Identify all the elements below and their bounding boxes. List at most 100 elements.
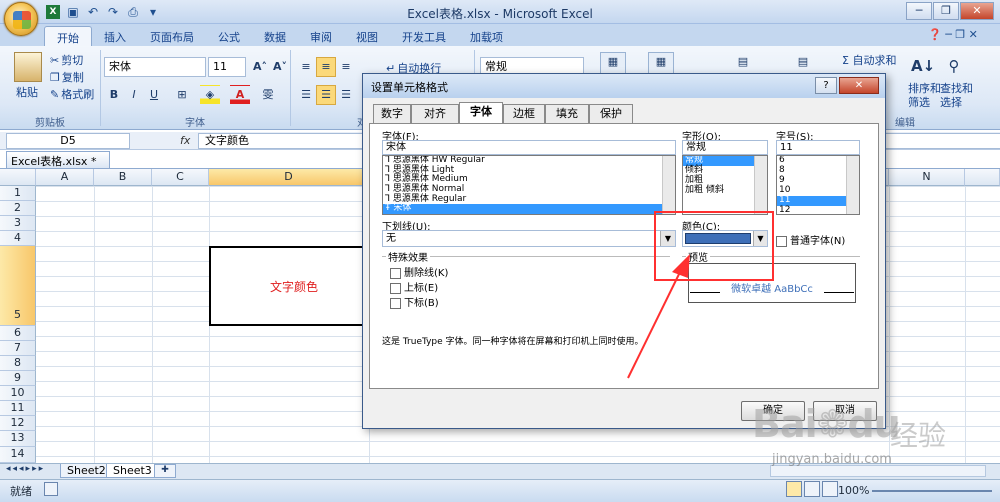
paste-icon[interactable] xyxy=(14,52,42,82)
fill-color-icon[interactable]: ◈ xyxy=(200,85,220,105)
font-list-item-selected[interactable]: Ŧ 宋体 xyxy=(383,204,675,214)
row-header[interactable]: 11 xyxy=(0,401,36,416)
border-icon[interactable]: ⊞ xyxy=(172,85,192,105)
dialog-tab-alignment[interactable]: 对齐 xyxy=(411,104,459,123)
shrink-font-icon[interactable]: A˅ xyxy=(270,57,290,77)
binoculars-icon[interactable]: ⚲ xyxy=(944,56,964,76)
grow-font-icon[interactable]: A˄ xyxy=(250,57,270,77)
row-header[interactable]: 9 xyxy=(0,371,36,386)
font-list-scrollbar[interactable] xyxy=(662,156,675,214)
column-header[interactable]: D xyxy=(209,169,369,186)
paste-button[interactable]: 粘贴 xyxy=(16,84,38,100)
row-header[interactable]: 7 xyxy=(0,341,36,356)
tab-data[interactable]: 数据 xyxy=(252,26,298,46)
cut-button[interactable]: ✂ 剪切 xyxy=(50,52,83,68)
dialog-tab-number[interactable]: 数字 xyxy=(373,104,411,123)
dialog-tab-border[interactable]: 边框 xyxy=(503,104,545,123)
autosum-button[interactable]: Σ 自动求和 xyxy=(842,52,896,68)
font-listbox[interactable]: Ꞁ 思源黑体 HW Regular Ꞁ 思源黑体 Light Ꞁ 思源黑体 Me… xyxy=(382,155,676,215)
size-list-scrollbar[interactable] xyxy=(846,156,859,214)
align-center-icon[interactable]: ☰ xyxy=(316,85,336,105)
close-button[interactable]: ✕ xyxy=(960,2,994,20)
phonetic-icon[interactable]: 雯 xyxy=(258,85,278,105)
row-header[interactable]: 6 xyxy=(0,326,36,341)
format-painter-button[interactable]: ✎ 格式刷 xyxy=(50,86,94,102)
sheet-tab-active[interactable]: Sheet3 xyxy=(106,464,159,478)
tab-addins[interactable]: 加载项 xyxy=(458,26,515,46)
insert-sheet-icon[interactable]: ✚ xyxy=(154,464,176,478)
row-header[interactable]: 14 xyxy=(0,447,36,463)
style-listbox[interactable]: 常规 倾斜 加粗 加粗 倾斜 xyxy=(682,155,768,215)
row-header[interactable]: 1 xyxy=(0,186,36,201)
row-header[interactable]: 10 xyxy=(0,386,36,401)
workbook-tab[interactable]: Excel表格.xlsx * xyxy=(6,151,110,168)
bold-button[interactable]: B xyxy=(104,85,124,105)
size-input[interactable]: 11 xyxy=(776,140,860,155)
dialog-tab-font[interactable]: 字体 xyxy=(459,102,503,124)
select-all[interactable] xyxy=(0,169,36,186)
row-header[interactable]: 12 xyxy=(0,416,36,431)
align-right-icon[interactable]: ☰ xyxy=(336,85,356,105)
align-bottom-icon[interactable]: ≡ xyxy=(336,57,356,77)
style-list-scrollbar[interactable] xyxy=(754,156,767,214)
dialog-tab-fill[interactable]: 填充 xyxy=(545,104,589,123)
row-header[interactable]: 4 xyxy=(0,231,36,246)
subscript-checkbox[interactable]: 下标(B) xyxy=(390,294,439,309)
minimize-button[interactable]: ─ xyxy=(906,2,932,20)
column-header[interactable]: N xyxy=(889,169,965,186)
column-header[interactable]: A xyxy=(36,169,94,186)
strikethrough-checkbox[interactable]: 删除线(K) xyxy=(390,264,448,279)
tab-insert[interactable]: 插入 xyxy=(92,26,138,46)
row-header[interactable]: 13 xyxy=(0,431,36,447)
zoom-slider[interactable] xyxy=(872,490,992,492)
dialog-close-button[interactable]: ✕ xyxy=(839,77,879,94)
font-input[interactable]: 宋体 xyxy=(382,140,676,155)
size-listbox[interactable]: 6 8 9 10 11 12 xyxy=(776,155,860,215)
row-header[interactable]: 2 xyxy=(0,201,36,216)
normal-font-checkbox[interactable]: 普通字体(N) xyxy=(776,232,845,247)
italic-button[interactable]: I xyxy=(124,85,144,105)
normal-view-icon[interactable] xyxy=(786,481,802,497)
tab-view[interactable]: 视图 xyxy=(344,26,390,46)
align-middle-icon[interactable]: ≡ xyxy=(316,57,336,77)
page-break-view-icon[interactable] xyxy=(822,481,838,497)
help-icon[interactable]: ❓ ─ ❐ ✕ xyxy=(928,28,978,41)
font-list-item[interactable]: Ꞁ 思源黑体 Regular xyxy=(383,194,675,205)
superscript-checkbox[interactable]: 上标(E) xyxy=(390,279,438,294)
restore-button[interactable]: ❐ xyxy=(933,2,959,20)
align-left-icon[interactable]: ☰ xyxy=(296,85,316,105)
row-header[interactable]: 5 xyxy=(0,246,36,326)
align-top-icon[interactable]: ≡ xyxy=(296,57,316,77)
format-cells-icon[interactable]: ▤ xyxy=(790,52,816,72)
column-header[interactable]: B xyxy=(94,169,152,186)
row-header[interactable]: 8 xyxy=(0,356,36,371)
column-header[interactable]: C xyxy=(152,169,209,186)
sort-filter-button-line2[interactable]: 筛选 xyxy=(908,94,930,110)
fx-icon[interactable]: fx xyxy=(180,134,190,147)
dialog-help-button[interactable]: ? xyxy=(815,77,837,94)
font-color-icon[interactable]: A xyxy=(230,85,250,105)
macro-record-icon[interactable] xyxy=(44,482,58,496)
tab-review[interactable]: 审阅 xyxy=(298,26,344,46)
office-button[interactable] xyxy=(4,2,38,36)
underline-button[interactable]: U xyxy=(144,85,164,105)
font-name-box[interactable]: 宋体 xyxy=(104,57,206,77)
style-input[interactable]: 常规 xyxy=(682,140,768,155)
underline-select[interactable]: 无 xyxy=(382,230,676,247)
find-select-button-line2[interactable]: 选择 xyxy=(940,94,962,110)
sort-filter-icon[interactable]: A↓ xyxy=(910,56,935,76)
tab-developer[interactable]: 开发工具 xyxy=(390,26,458,46)
row-header[interactable]: 3 xyxy=(0,216,36,231)
font-size-box[interactable]: 11 xyxy=(208,57,246,77)
tab-formulas[interactable]: 公式 xyxy=(206,26,252,46)
copy-button[interactable]: ❐ 复制 xyxy=(50,69,84,85)
insert-cells-icon[interactable]: ▤ xyxy=(730,52,756,72)
name-box[interactable]: D5 xyxy=(6,133,130,149)
sheet-nav-arrows-icon[interactable]: ◂◂◂▸▸▸ xyxy=(6,464,45,474)
sheet-tab[interactable]: Sheet2 xyxy=(60,464,113,478)
dialog-tab-protection[interactable]: 保护 xyxy=(589,104,633,123)
tab-home[interactable]: 开始 xyxy=(44,26,92,46)
page-layout-view-icon[interactable] xyxy=(804,481,820,497)
tab-page-layout[interactable]: 页面布局 xyxy=(138,26,206,46)
separator xyxy=(290,50,291,126)
